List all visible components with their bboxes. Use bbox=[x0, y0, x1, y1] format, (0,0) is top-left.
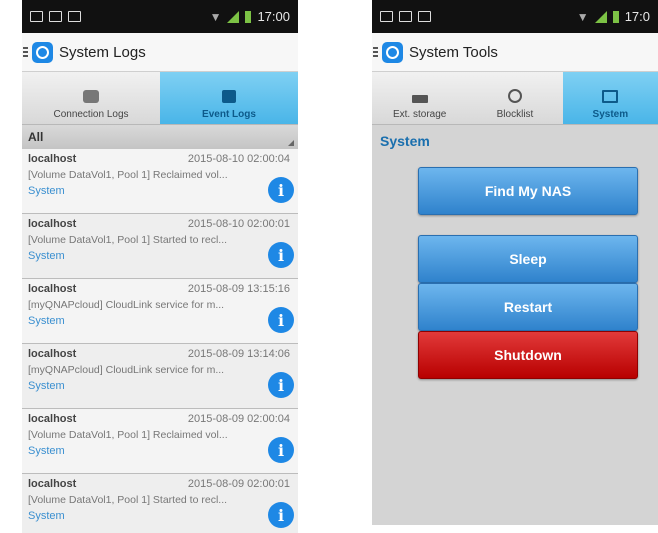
signal-icon bbox=[594, 10, 607, 23]
page-title: System Tools bbox=[409, 43, 498, 61]
wifi-icon: ▼ bbox=[209, 9, 222, 24]
log-message: [Volume DataVol1, Pool 1] Started to rec… bbox=[28, 494, 228, 506]
notification-icon bbox=[380, 11, 393, 22]
log-category: System bbox=[28, 185, 65, 197]
log-message: [Volume DataVol1, Pool 1] Reclaimed vol.… bbox=[28, 169, 228, 181]
info-icon[interactable]: i bbox=[268, 307, 294, 333]
tab-event-logs[interactable]: Event Logs bbox=[160, 72, 298, 124]
menu-icon[interactable] bbox=[373, 47, 378, 57]
log-host: localhost bbox=[28, 218, 77, 230]
log-item[interactable]: localhost 2015-08-09 13:14:06 [myQNAPclo… bbox=[22, 344, 298, 409]
tab-system[interactable]: System bbox=[562, 72, 658, 124]
qnap-logo-icon[interactable] bbox=[32, 41, 53, 63]
tab-label: System bbox=[592, 109, 629, 120]
log-time: 2015-08-10 02:00:04 bbox=[187, 153, 290, 165]
log-category: System bbox=[28, 315, 65, 327]
log-message: [Volume DataVol1, Pool 1] Started to rec… bbox=[28, 234, 228, 246]
status-bar: ▼ 17:0 bbox=[372, 0, 658, 33]
log-host: localhost bbox=[28, 413, 77, 425]
tab-label: Ext. storage bbox=[392, 109, 447, 120]
alert-icon bbox=[222, 90, 236, 103]
log-tabs: Connection Logs Event Logs bbox=[22, 72, 298, 125]
log-item[interactable]: localhost 2015-08-10 02:00:01 [Volume Da… bbox=[22, 214, 298, 279]
notification-icon bbox=[418, 11, 431, 22]
log-host: localhost bbox=[28, 348, 77, 360]
log-item[interactable]: localhost 2015-08-10 02:00:04 [Volume Da… bbox=[22, 149, 298, 214]
status-time: 17:00 bbox=[257, 9, 290, 24]
tab-blocklist[interactable]: Blocklist bbox=[467, 72, 562, 124]
restart-button[interactable]: Restart bbox=[418, 283, 638, 331]
log-time: 2015-08-09 13:15:16 bbox=[187, 283, 290, 295]
log-time: 2015-08-09 02:00:04 bbox=[187, 413, 290, 425]
filter-value: All bbox=[28, 130, 44, 144]
info-icon[interactable]: i bbox=[268, 242, 294, 268]
log-list: localhost 2015-08-10 02:00:04 [Volume Da… bbox=[22, 149, 298, 533]
section-title: System bbox=[380, 133, 430, 149]
find-my-nas-button[interactable]: Find My NAS bbox=[418, 167, 638, 215]
system-logs-screen: ▼ 17:00 System Logs Connection Logs Even… bbox=[22, 0, 298, 533]
connection-icon bbox=[83, 90, 99, 103]
log-category: System bbox=[28, 250, 65, 262]
tab-label: Event Logs bbox=[202, 109, 256, 120]
battery-icon bbox=[245, 10, 252, 23]
log-category: System bbox=[28, 445, 65, 457]
notification-icon bbox=[68, 11, 81, 22]
notification-icon bbox=[399, 11, 412, 22]
app-bar: System Tools bbox=[372, 33, 658, 72]
status-bar: ▼ 17:00 bbox=[22, 0, 298, 33]
log-time: 2015-08-09 02:00:01 bbox=[187, 478, 290, 490]
tab-label: Connection Logs bbox=[53, 109, 129, 120]
notification-icon bbox=[30, 11, 43, 22]
log-category: System bbox=[28, 380, 65, 392]
system-icon bbox=[602, 90, 619, 103]
info-icon[interactable]: i bbox=[268, 502, 294, 528]
qnap-logo-icon[interactable] bbox=[382, 41, 403, 63]
log-time: 2015-08-09 13:14:06 bbox=[187, 348, 290, 360]
log-time: 2015-08-10 02:00:01 bbox=[187, 218, 290, 230]
log-host: localhost bbox=[28, 153, 77, 165]
shutdown-button[interactable]: Shutdown bbox=[418, 331, 638, 379]
tab-label: Blocklist bbox=[496, 109, 534, 120]
notification-icon bbox=[49, 11, 62, 22]
wifi-icon: ▼ bbox=[576, 9, 589, 24]
sleep-button[interactable]: Sleep bbox=[418, 235, 638, 283]
storage-icon bbox=[411, 95, 428, 103]
battery-icon bbox=[612, 10, 619, 23]
signal-icon bbox=[227, 10, 240, 23]
dropdown-arrow-icon bbox=[288, 140, 294, 146]
system-panel: System Find My NAS Sleep Restart Shutdow… bbox=[372, 125, 658, 525]
log-host: localhost bbox=[28, 283, 77, 295]
menu-icon[interactable] bbox=[23, 47, 28, 57]
log-message: [Volume DataVol1, Pool 1] Reclaimed vol.… bbox=[28, 429, 228, 441]
tools-tabs: Ext. storage Blocklist System bbox=[372, 72, 658, 125]
page-title: System Logs bbox=[59, 43, 146, 61]
filter-dropdown[interactable]: All bbox=[22, 125, 298, 149]
log-item[interactable]: localhost 2015-08-09 02:00:04 [Volume Da… bbox=[22, 409, 298, 474]
status-time: 17:0 bbox=[624, 9, 650, 24]
log-item[interactable]: localhost 2015-08-09 02:00:01 [Volume Da… bbox=[22, 474, 298, 533]
tab-connection-logs[interactable]: Connection Logs bbox=[22, 72, 160, 124]
info-icon[interactable]: i bbox=[268, 177, 294, 203]
log-message: [myQNAPcloud] CloudLink service for m... bbox=[28, 364, 225, 376]
info-icon[interactable]: i bbox=[268, 437, 294, 463]
users-icon bbox=[507, 89, 522, 103]
tab-ext-storage[interactable]: Ext. storage bbox=[372, 72, 467, 124]
app-bar: System Logs bbox=[22, 33, 298, 72]
info-icon[interactable]: i bbox=[268, 372, 294, 398]
log-item[interactable]: localhost 2015-08-09 13:15:16 [myQNAPclo… bbox=[22, 279, 298, 344]
system-tools-screen: ▼ 17:0 System Tools Ext. storage Blockli… bbox=[372, 0, 658, 533]
log-message: [myQNAPcloud] CloudLink service for m... bbox=[28, 299, 225, 311]
log-category: System bbox=[28, 510, 65, 522]
log-host: localhost bbox=[28, 478, 77, 490]
